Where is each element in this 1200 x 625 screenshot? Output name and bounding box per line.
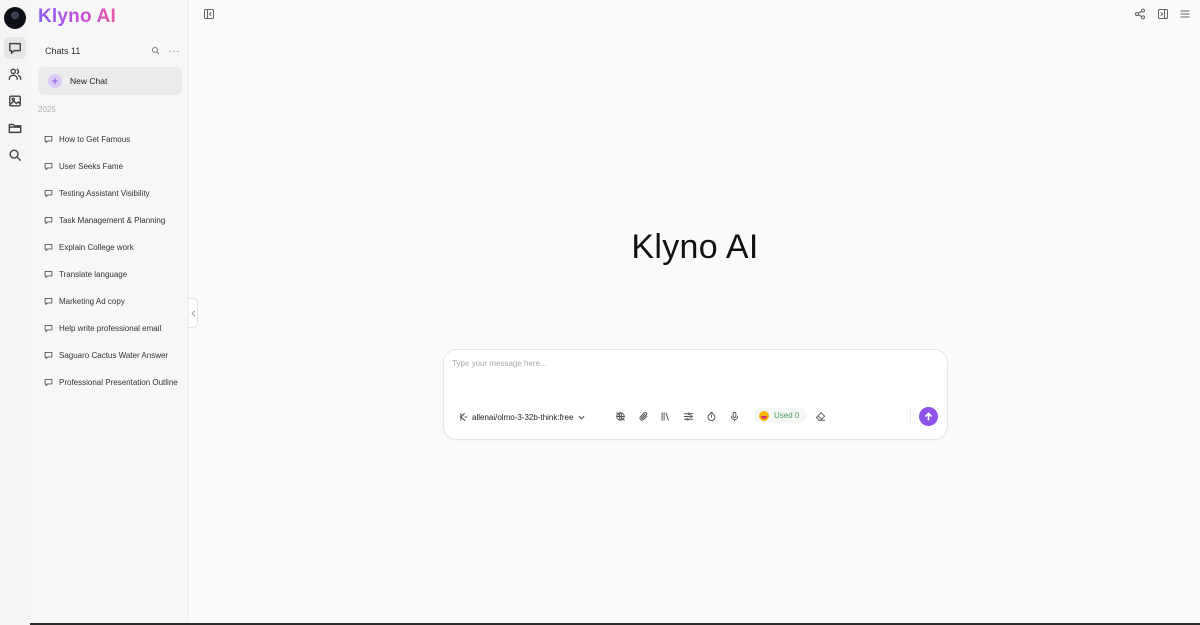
- model-icon: [460, 412, 468, 422]
- timer-icon: [707, 411, 715, 421]
- model-name: allenai/olmo-3-32b-think:free: [472, 412, 574, 422]
- chat-icon: [44, 162, 53, 171]
- plus-icon: +: [48, 74, 62, 88]
- search-icon: [9, 149, 21, 161]
- sliders-icon: [683, 411, 693, 421]
- chevron-left-icon: [190, 309, 195, 317]
- image-icon: [9, 95, 21, 107]
- web-off-icon: [615, 411, 625, 421]
- page-title: Klyno AI: [631, 228, 759, 266]
- more-options-icon[interactable]: ···: [169, 46, 181, 56]
- smiley-icon: [759, 410, 769, 421]
- chat-list-item[interactable]: User Seeks Fame: [44, 153, 189, 180]
- chat-list-item[interactable]: Help write professional email: [44, 315, 189, 342]
- menu-button[interactable]: [1178, 7, 1192, 21]
- share-icon: [1134, 8, 1146, 20]
- clear-context-button[interactable]: [813, 409, 827, 423]
- chat-list-item[interactable]: Explain College work: [44, 234, 189, 261]
- avatar[interactable]: [4, 7, 26, 29]
- voice-input-button[interactable]: [727, 409, 741, 423]
- chat-icon: [44, 135, 53, 144]
- new-chat-button[interactable]: + New Chat: [38, 67, 182, 95]
- chats-count-label: Chats 11: [45, 46, 81, 56]
- chat-icon: [44, 189, 53, 198]
- chat-icon: [9, 42, 21, 54]
- rail-people-button[interactable]: [4, 63, 26, 85]
- eraser-icon: [815, 411, 825, 421]
- chat-list-item[interactable]: Saguaro Cactus Water Answer: [44, 342, 189, 369]
- chat-list-item[interactable]: How to Get Famous: [44, 126, 189, 153]
- chat-icon: [44, 351, 53, 360]
- side-panel-button[interactable]: [1156, 7, 1170, 21]
- microphone-icon: [730, 411, 738, 421]
- chat-list-item[interactable]: Task Management & Planning: [44, 207, 189, 234]
- sidebar-collapse-handle[interactable]: [189, 298, 198, 328]
- model-selector[interactable]: allenai/olmo-3-32b-think:free: [459, 410, 585, 424]
- send-button[interactable]: [919, 407, 938, 426]
- chat-list-item[interactable]: Professional Presentation Outline: [44, 369, 189, 396]
- arrow-up-icon: [924, 412, 933, 421]
- sidebar-toggle-icon: [203, 8, 215, 20]
- panel-right-icon: [1157, 8, 1169, 20]
- message-composer: allenai/olmo-3-32b-think:free Used 0: [443, 349, 948, 440]
- chat-sidebar: Klyno AI Chats 11 ··· + New Chat 2025 Ho…: [30, 0, 189, 625]
- rail-search-button[interactable]: [4, 144, 26, 166]
- chat-list: How to Get Famous User Seeks Fame Testin…: [44, 126, 189, 396]
- chat-search-button[interactable]: [151, 42, 160, 60]
- share-button[interactable]: [1133, 7, 1147, 21]
- usage-badge: Used 0: [754, 408, 808, 423]
- chat-icon: [44, 297, 53, 306]
- chat-group-label: 2025: [38, 105, 56, 114]
- library-icon: [661, 411, 669, 421]
- chat-list-item[interactable]: Marketing Ad copy: [44, 288, 189, 315]
- brand-logo: Klyno AI: [38, 6, 116, 27]
- chat-list-item[interactable]: Testing Assistant Visibility: [44, 180, 189, 207]
- new-chat-label: New Chat: [70, 76, 108, 86]
- search-icon: [151, 46, 159, 55]
- folder-icon: [8, 123, 22, 134]
- chat-icon: [44, 270, 53, 279]
- chevron-down-icon: [578, 415, 585, 420]
- chats-header: Chats 11 ···: [45, 44, 180, 58]
- paperclip-icon: [639, 411, 647, 421]
- toggle-sidebar-button[interactable]: [202, 7, 216, 21]
- rail-images-button[interactable]: [4, 90, 26, 112]
- chat-icon: [44, 243, 53, 252]
- knowledge-base-button[interactable]: [658, 409, 672, 423]
- timer-button[interactable]: [704, 409, 718, 423]
- attach-button[interactable]: [636, 409, 650, 423]
- rail-chats-button[interactable]: [4, 37, 26, 59]
- web-search-toggle[interactable]: [613, 409, 627, 423]
- composer-divider: [910, 408, 911, 423]
- chat-icon: [44, 324, 53, 333]
- icon-rail: [0, 0, 30, 625]
- rail-files-button[interactable]: [4, 117, 26, 139]
- parameters-button[interactable]: [681, 409, 695, 423]
- chat-icon: [44, 216, 53, 225]
- users-icon: [8, 68, 22, 80]
- chat-list-item[interactable]: Translate language: [44, 261, 189, 288]
- message-input[interactable]: [452, 359, 932, 387]
- menu-icon: [1180, 10, 1190, 18]
- chat-icon: [44, 378, 53, 387]
- usage-label: Used 0: [774, 411, 800, 420]
